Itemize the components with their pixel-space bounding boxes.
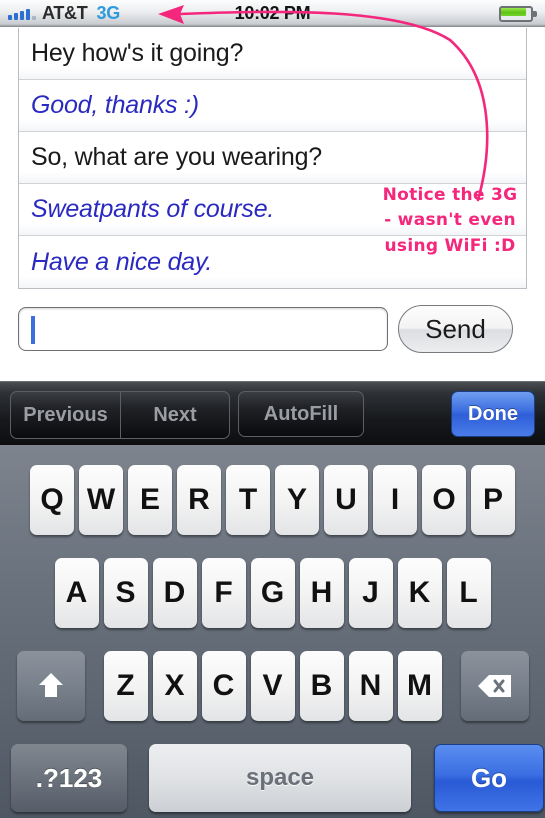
shift-key[interactable] [16, 651, 85, 721]
key-t[interactable]: T [226, 465, 270, 535]
key-h[interactable]: H [299, 558, 344, 628]
key-g[interactable]: G [250, 558, 295, 628]
table-row: Have a nice day. [19, 236, 526, 288]
keyboard-row-2: A S D F G H J K L [0, 558, 545, 628]
backspace-icon [477, 675, 511, 697]
keyboard-row-1: Q W E R T Y U I O P [0, 465, 545, 535]
key-r[interactable]: R [177, 465, 221, 535]
key-v[interactable]: V [250, 651, 295, 721]
on-screen-keyboard: Q W E R T Y U I O P A S D F G H J K L Z … [0, 445, 545, 818]
key-u[interactable]: U [324, 465, 368, 535]
message-text: Have a nice day. [31, 247, 213, 276]
key-i[interactable]: I [373, 465, 417, 535]
clock-label: 10:02 PM [234, 3, 311, 23]
keyboard-row-3: Z X C V B N M [0, 651, 545, 721]
key-c[interactable]: C [201, 651, 246, 721]
table-row: Sweatpants of course. [19, 184, 526, 236]
shift-arrow-icon [38, 673, 63, 697]
battery-icon [499, 6, 537, 22]
space-key[interactable]: space [149, 744, 411, 812]
message-input[interactable] [18, 307, 388, 351]
key-k[interactable]: K [397, 558, 442, 628]
next-button[interactable]: Next [120, 392, 229, 438]
key-a[interactable]: A [54, 558, 99, 628]
message-table: Hey how's it going? Good, thanks :) So, … [18, 28, 527, 289]
message-text: Hey how's it going? [31, 39, 244, 67]
done-button[interactable]: Done [451, 391, 535, 437]
key-j[interactable]: J [348, 558, 393, 628]
go-key[interactable]: Go [434, 744, 544, 812]
key-e[interactable]: E [128, 465, 172, 535]
key-d[interactable]: D [152, 558, 197, 628]
key-l[interactable]: L [446, 558, 491, 628]
table-row: So, what are you wearing? [19, 132, 526, 184]
key-s[interactable]: S [103, 558, 148, 628]
key-w[interactable]: W [79, 465, 123, 535]
phone-screen: AT&T 3G 10:02 PM Hey how's it going? Goo… [0, 0, 545, 818]
message-text: Good, thanks :) [31, 91, 199, 119]
key-n[interactable]: N [348, 651, 393, 721]
key-y[interactable]: Y [275, 465, 319, 535]
backspace-key[interactable] [460, 651, 529, 721]
key-m[interactable]: M [397, 651, 442, 721]
key-p[interactable]: P [471, 465, 515, 535]
key-q[interactable]: Q [30, 465, 74, 535]
key-f[interactable]: F [201, 558, 246, 628]
key-x[interactable]: X [152, 651, 197, 721]
previous-button[interactable]: Previous [11, 392, 120, 438]
input-bar: Send [0, 295, 545, 380]
prev-next-segmented-control: Previous Next [10, 391, 230, 439]
keyboard-row-4: .?123 space Go [0, 744, 545, 812]
key-z[interactable]: Z [103, 651, 148, 721]
table-row: Good, thanks :) [19, 80, 526, 132]
key-o[interactable]: O [422, 465, 466, 535]
message-text: So, what are you wearing? [31, 143, 323, 171]
autofill-button[interactable]: AutoFill [238, 391, 364, 437]
table-row: Hey how's it going? [19, 28, 526, 80]
text-caret [31, 316, 35, 344]
message-text: Sweatpants of course. [31, 195, 275, 223]
keyboard-toolbar: Previous Next AutoFill Done [0, 381, 545, 445]
status-bar: AT&T 3G 10:02 PM [0, 0, 545, 27]
numeric-key[interactable]: .?123 [11, 744, 127, 812]
key-b[interactable]: B [299, 651, 344, 721]
send-button[interactable]: Send [398, 305, 513, 353]
